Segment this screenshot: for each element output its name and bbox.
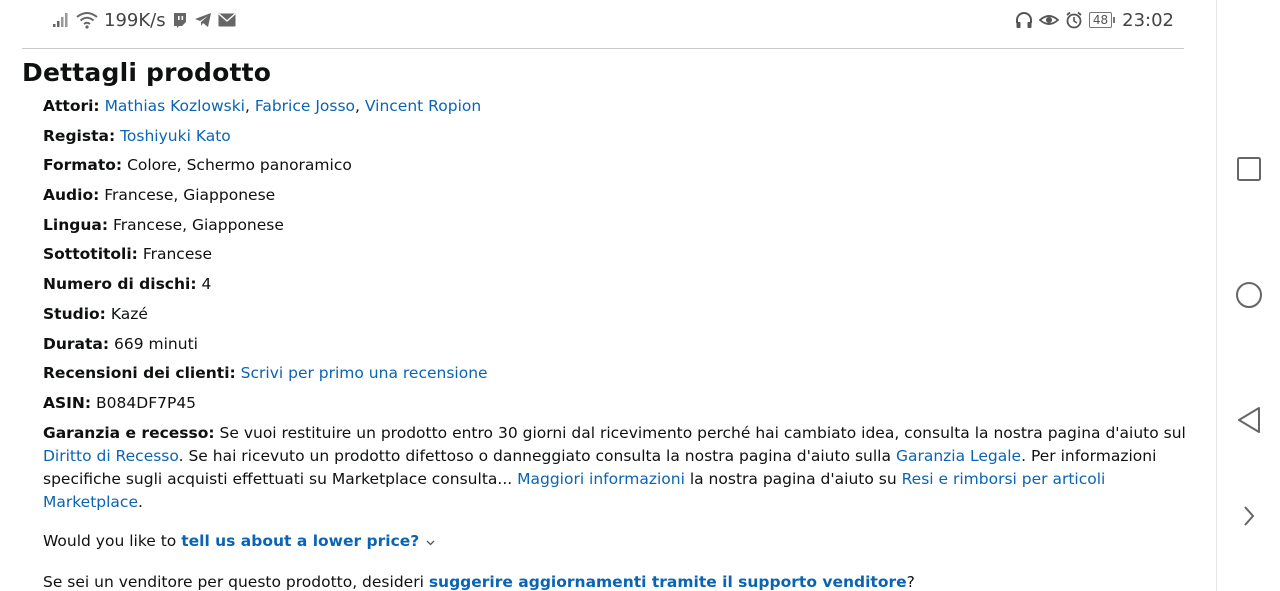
divider bbox=[22, 48, 1184, 49]
wifi-icon bbox=[76, 11, 98, 29]
signal-icon bbox=[52, 12, 70, 28]
detail-disc-count: Numero di dischi: 4 bbox=[43, 273, 1192, 296]
back-triangle-icon[interactable] bbox=[1235, 406, 1263, 434]
detail-duration: Durata: 669 minuti bbox=[43, 333, 1192, 356]
write-review-link[interactable]: Scrivi per primo una recensione bbox=[241, 364, 488, 382]
network-speed: 199K/s bbox=[104, 9, 166, 31]
seller-support-link[interactable]: suggerire aggiornamenti tramite il suppo… bbox=[429, 573, 907, 591]
detail-value: 669 minuti bbox=[114, 334, 198, 353]
system-nav-bar bbox=[1216, 0, 1280, 591]
battery-indicator: 48 bbox=[1088, 12, 1116, 28]
detail-label: Numero di dischi: bbox=[43, 275, 197, 294]
lower-price-row: Would you like to tell us about a lower … bbox=[22, 532, 1192, 550]
detail-audio: Audio: Francese, Giapponese bbox=[43, 184, 1192, 207]
detail-asin: ASIN: B084DF7P45 bbox=[43, 392, 1192, 415]
detail-director: Regista: Toshiyuki Kato bbox=[43, 125, 1192, 148]
withdrawal-right-link[interactable]: Diritto di Recesso bbox=[43, 447, 179, 465]
legal-warranty-link[interactable]: Garanzia Legale bbox=[896, 447, 1021, 465]
twitch-icon bbox=[172, 12, 188, 28]
detail-language: Lingua: Francese, Giapponese bbox=[43, 214, 1192, 237]
detail-label: Recensioni dei clienti: bbox=[43, 364, 236, 383]
lower-price-link[interactable]: tell us about a lower price? bbox=[181, 532, 419, 550]
detail-reviews: Recensioni dei clienti: Scrivi per primo… bbox=[43, 362, 1192, 385]
lower-price-prefix: Would you like to bbox=[43, 531, 177, 550]
detail-value: Francese, Giapponese bbox=[112, 215, 284, 234]
chevron-down-icon[interactable] bbox=[426, 536, 435, 549]
product-details-section: Dettagli prodotto Attori: Mathias Kozlow… bbox=[22, 58, 1192, 591]
details-list: Attori: Mathias Kozlowski, Fabrice Josso… bbox=[22, 95, 1192, 415]
detail-label: Durata: bbox=[43, 334, 110, 353]
warranty-text: . Se hai ricevuto un prodotto difettoso … bbox=[178, 446, 891, 465]
detail-label: Studio: bbox=[43, 304, 106, 323]
telegram-icon bbox=[194, 12, 212, 28]
warranty-paragraph: Garanzia e recesso: Se vuoi restituire u… bbox=[22, 422, 1192, 514]
detail-label: ASIN: bbox=[43, 393, 92, 412]
warranty-text: . bbox=[137, 492, 143, 511]
status-right: 48 23:02 bbox=[1015, 6, 1174, 34]
detail-label: Audio: bbox=[43, 186, 100, 205]
seller-support-row: Se sei un venditore per questo prodotto,… bbox=[22, 573, 1192, 591]
detail-value: B084DF7P45 bbox=[96, 393, 197, 412]
seller-suffix: ? bbox=[906, 572, 915, 591]
status-left: 199K/s bbox=[52, 6, 236, 34]
more-info-link[interactable]: Maggiori informazioni bbox=[517, 470, 685, 488]
headphones-icon bbox=[1015, 11, 1033, 29]
seller-prefix: Se sei un venditore per questo prodotto,… bbox=[43, 572, 424, 591]
detail-studio: Studio: Kazé bbox=[43, 303, 1192, 326]
eye-comfort-icon bbox=[1038, 12, 1059, 28]
director-link[interactable]: Toshiyuki Kato bbox=[120, 127, 231, 145]
clock: 23:02 bbox=[1122, 9, 1174, 31]
home-circle-icon[interactable] bbox=[1235, 281, 1263, 309]
detail-label: Sottotitoli: bbox=[43, 245, 138, 264]
page-title: Dettagli prodotto bbox=[22, 58, 272, 87]
detail-actors: Attori: Mathias Kozlowski, Fabrice Josso… bbox=[43, 97, 482, 115]
mail-icon bbox=[218, 13, 236, 27]
detail-format: Formato: Colore, Schermo panoramico bbox=[43, 154, 1192, 177]
detail-value: 4 bbox=[201, 275, 212, 294]
actor-link[interactable]: Fabrice Josso bbox=[255, 97, 355, 115]
warranty-text: Se vuoi restituire un prodotto entro 30 … bbox=[219, 423, 1186, 442]
detail-label: Lingua: bbox=[43, 215, 109, 234]
warranty-label: Garanzia e recesso: bbox=[43, 423, 215, 442]
detail-subtitles: Sottotitoli: Francese bbox=[43, 243, 1192, 266]
recents-square-icon[interactable] bbox=[1235, 155, 1263, 183]
status-bar: 199K/s 48 23:02 bbox=[0, 0, 1216, 40]
detail-value: Kazé bbox=[110, 304, 148, 323]
detail-label: Regista: bbox=[43, 126, 116, 145]
detail-value: Colore, Schermo panoramico bbox=[127, 156, 352, 175]
warranty-text: la nostra pagina d'aiuto su bbox=[689, 469, 897, 488]
detail-value: Francese bbox=[142, 245, 212, 264]
alarm-icon bbox=[1065, 11, 1083, 29]
actor-link[interactable]: Vincent Ropion bbox=[365, 97, 481, 115]
detail-label: Attori: bbox=[43, 97, 100, 115]
detail-value: Francese, Giapponese bbox=[104, 186, 276, 205]
detail-label: Formato: bbox=[43, 156, 123, 175]
actor-link[interactable]: Mathias Kozlowski bbox=[105, 97, 245, 115]
forward-chevron-icon[interactable] bbox=[1235, 502, 1263, 530]
